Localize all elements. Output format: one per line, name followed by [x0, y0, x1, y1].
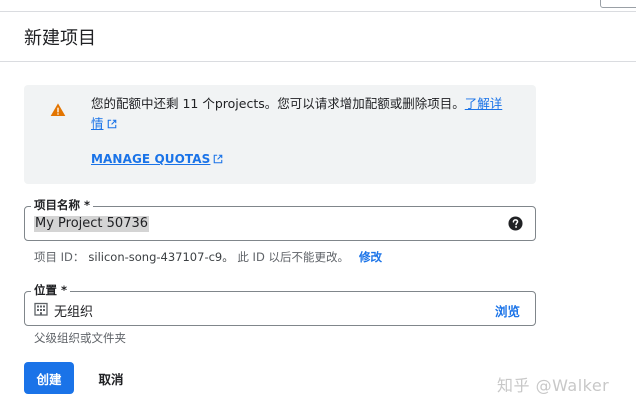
project-id-suffix: 此 ID 以后不能更改。 [237, 250, 349, 264]
quota-notice: 您的配额中还剩 11 个projects。您可以请求增加配额或删除项目。了解详情… [24, 85, 536, 184]
top-right-control[interactable] [600, 0, 636, 8]
project-name-input[interactable]: My Project 50736 [34, 216, 150, 232]
project-name-label: 项目名称 * [31, 198, 94, 212]
learn-more-text-2: 情 [91, 116, 104, 131]
location-label: 位置 * [31, 283, 71, 297]
location-field[interactable]: 位置 * 无组织 浏览 [24, 283, 536, 326]
header-divider [0, 61, 636, 62]
edit-project-id-button[interactable]: 修改 [359, 250, 382, 264]
learn-more-text-1: 了解详 [464, 96, 503, 111]
help-icon[interactable] [508, 216, 523, 231]
watermark: 知乎 @Walker [497, 376, 610, 395]
external-link-icon [214, 154, 223, 164]
project-name-field[interactable]: 项目名称 * My Project 50736 [24, 198, 536, 241]
warning-icon [50, 103, 66, 116]
top-border [0, 11, 636, 12]
create-button[interactable]: 创建 [24, 362, 74, 394]
project-id-value: silicon-song-437107-c9。 [88, 250, 234, 264]
project-id-hint: 项目 ID： silicon-song-437107-c9。 此 ID 以后不能更… [34, 249, 382, 265]
building-icon [34, 302, 48, 316]
project-id-prefix: 项目 ID： [34, 250, 85, 264]
quota-message: 您的配额中还剩 11 个projects。您可以请求增加配额或删除项目。了解详情 [91, 94, 516, 134]
location-hint: 父级组织或文件夹 [34, 331, 126, 345]
location-value: 无组织 [54, 305, 94, 320]
quota-message-text: 您的配额中还剩 11 个projects。您可以请求增加配额或删除项目。 [91, 96, 465, 111]
manage-quotas-link[interactable]: MANAGE QUOTAS [91, 152, 223, 166]
browse-button[interactable]: 浏览 [495, 301, 520, 320]
cancel-button[interactable]: 取消 [88, 362, 134, 394]
external-link-icon [107, 119, 116, 129]
page-title: 新建项目 [24, 28, 96, 49]
manage-quotas-label: MANAGE QUOTAS [91, 152, 211, 166]
